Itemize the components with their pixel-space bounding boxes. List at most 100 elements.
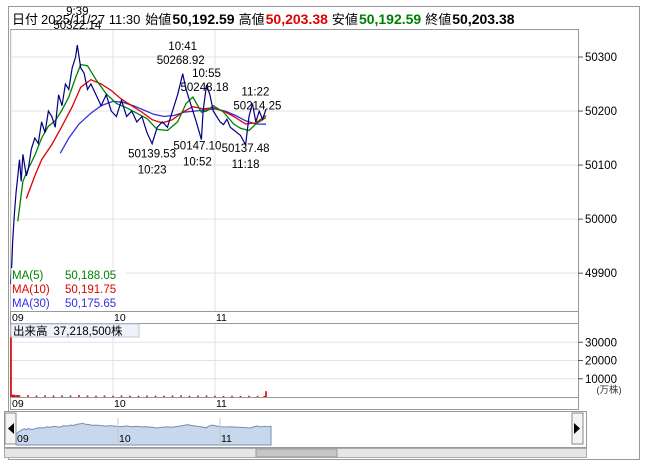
volume-bar [256,395,259,397]
annotation-value: 50322.14 [53,20,102,32]
annotation-value: 50248.18 [181,82,229,94]
legend-ma5-label: MA(5) [12,270,43,282]
volume-bar [78,395,80,397]
volume-bar [86,395,89,397]
legend-ma30-label: MA(30) [12,298,50,310]
price-panel: 49900 50000 50100 50200 50300 9:39 50322.14 10… [10,6,617,312]
volume-bar [18,395,21,397]
low-label: 安値 [332,12,358,27]
date-label: 日付 [12,12,38,27]
annotation-time: 10:23 [138,165,167,177]
volume-bar [197,395,199,397]
volume-bar [44,395,46,397]
volume-bar [263,395,266,397]
volume-bar [61,395,63,397]
volume-bar [69,395,72,397]
volume-bar [146,395,148,397]
volume-time-axis: 09 10 11 [10,397,579,410]
annotation-time: 10:52 [183,157,212,169]
low-value: 50,192.59 [359,11,421,27]
volume-bar [95,395,97,397]
volume-bar [52,395,55,397]
navigator-tick-label: 11 [221,433,232,445]
volume-tick-label: 30000 [585,337,617,349]
volume-unit: (万株) [596,384,621,396]
volume-bar [171,395,174,397]
intraday-chart: 日付 2025/11/27 11:30 始値50,192.59 高値50,203.38… [0,0,653,470]
annotation-value: 50214.25 [233,100,281,112]
volume-bar [129,395,131,397]
volume-bar [27,395,29,397]
volume-bar [11,394,14,397]
volume-bar [15,395,17,397]
volume-bar [10,336,12,397]
navigator-left-arrow-button[interactable] [4,412,17,445]
price-tick-label: 50100 [585,160,617,172]
price-x-tick-label: 10 [114,312,126,324]
volume-bar [137,395,140,397]
volume-bar [188,395,191,397]
chart-svg: 日付 2025/11/27 11:30 始値50,192.59 高値50,203.38… [4,6,640,460]
legend-ma30-value: 50,175.65 [65,298,116,310]
volume-x-tick-label: 10 [114,398,126,410]
volume-tick-label: 10000 [585,374,617,386]
volume-bar [103,395,106,397]
volume-bar [231,395,233,397]
volume-label: 出来高 37,218,500株 [13,324,123,338]
volume-bar [239,395,242,397]
annotation-value: 50137.48 [222,143,270,155]
price-time-axis-strip [10,311,579,324]
legend-ma10-label: MA(10) [12,284,50,296]
range-navigator[interactable]: 09 10 11 [4,411,587,448]
price-time-axis: 09 10 11 [10,311,579,324]
volume-time-axis-strip [10,397,579,410]
annotation-time: 11:18 [232,159,260,171]
volume-bar [13,394,16,397]
price-tick-label: 50000 [585,214,617,226]
volume-bar [154,395,157,397]
annotation-value: 50268.92 [157,55,205,67]
volume-x-tick-label: 11 [216,398,227,410]
annotation-time: 10:55 [192,68,221,80]
close-value: 50,203.38 [452,11,514,27]
navigator-area-shape [15,422,272,446]
volume-bar [35,395,38,397]
annotation-time: 9:39 [66,6,88,18]
close-label: 終値 [425,12,451,27]
volume-bar [17,394,19,397]
high-value: 50,203.38 [266,11,328,27]
volume-tick-label: 20000 [585,356,617,368]
price-tick-label: 50300 [585,52,617,64]
price-x-tick-label: 11 [216,312,227,324]
annotation-value: 50139.53 [128,149,176,161]
volume-value: 37,218,500株 [54,324,124,338]
navigator-area [15,422,272,446]
volume-bar [214,395,216,397]
legend-ma10-value: 50,191.75 [65,284,116,296]
scrollbar-thumb[interactable] [255,448,338,458]
volume-panel: 10000 20000 30000 出来高 37,218,500株 (万株) [10,323,622,398]
volume-bar [163,395,165,397]
open-value: 50,192.59 [172,11,234,27]
volume-title: 出来高 [13,324,48,338]
annotation-time: 11:22 [241,86,269,98]
volume-x-tick-label: 09 [12,398,24,410]
open-label: 始値 [145,12,171,27]
price-tick-label: 49900 [585,268,617,280]
high-label: 高値 [239,12,265,27]
price-x-tick-label: 09 [12,312,24,324]
legend-ma5-value: 50,188.05 [65,270,116,282]
volume-bar [112,395,114,397]
volume-bar [265,391,267,397]
volume-bar [180,395,182,397]
volume-bar [248,395,250,397]
navigator-tick-label: 10 [119,433,131,445]
navigator-right-arrow-button[interactable] [571,412,584,445]
volume-bar [205,395,208,397]
navigator-tick-label: 09 [17,433,29,445]
price-tick-label: 50200 [585,106,617,118]
horizontal-scrollbar[interactable] [4,448,587,458]
volume-bar [222,395,225,397]
annotation-time: 10:41 [168,41,197,53]
ma-legend: MA(5) 50,188.05 MA(10) 50,191.75 MA(30) … [11,268,126,311]
